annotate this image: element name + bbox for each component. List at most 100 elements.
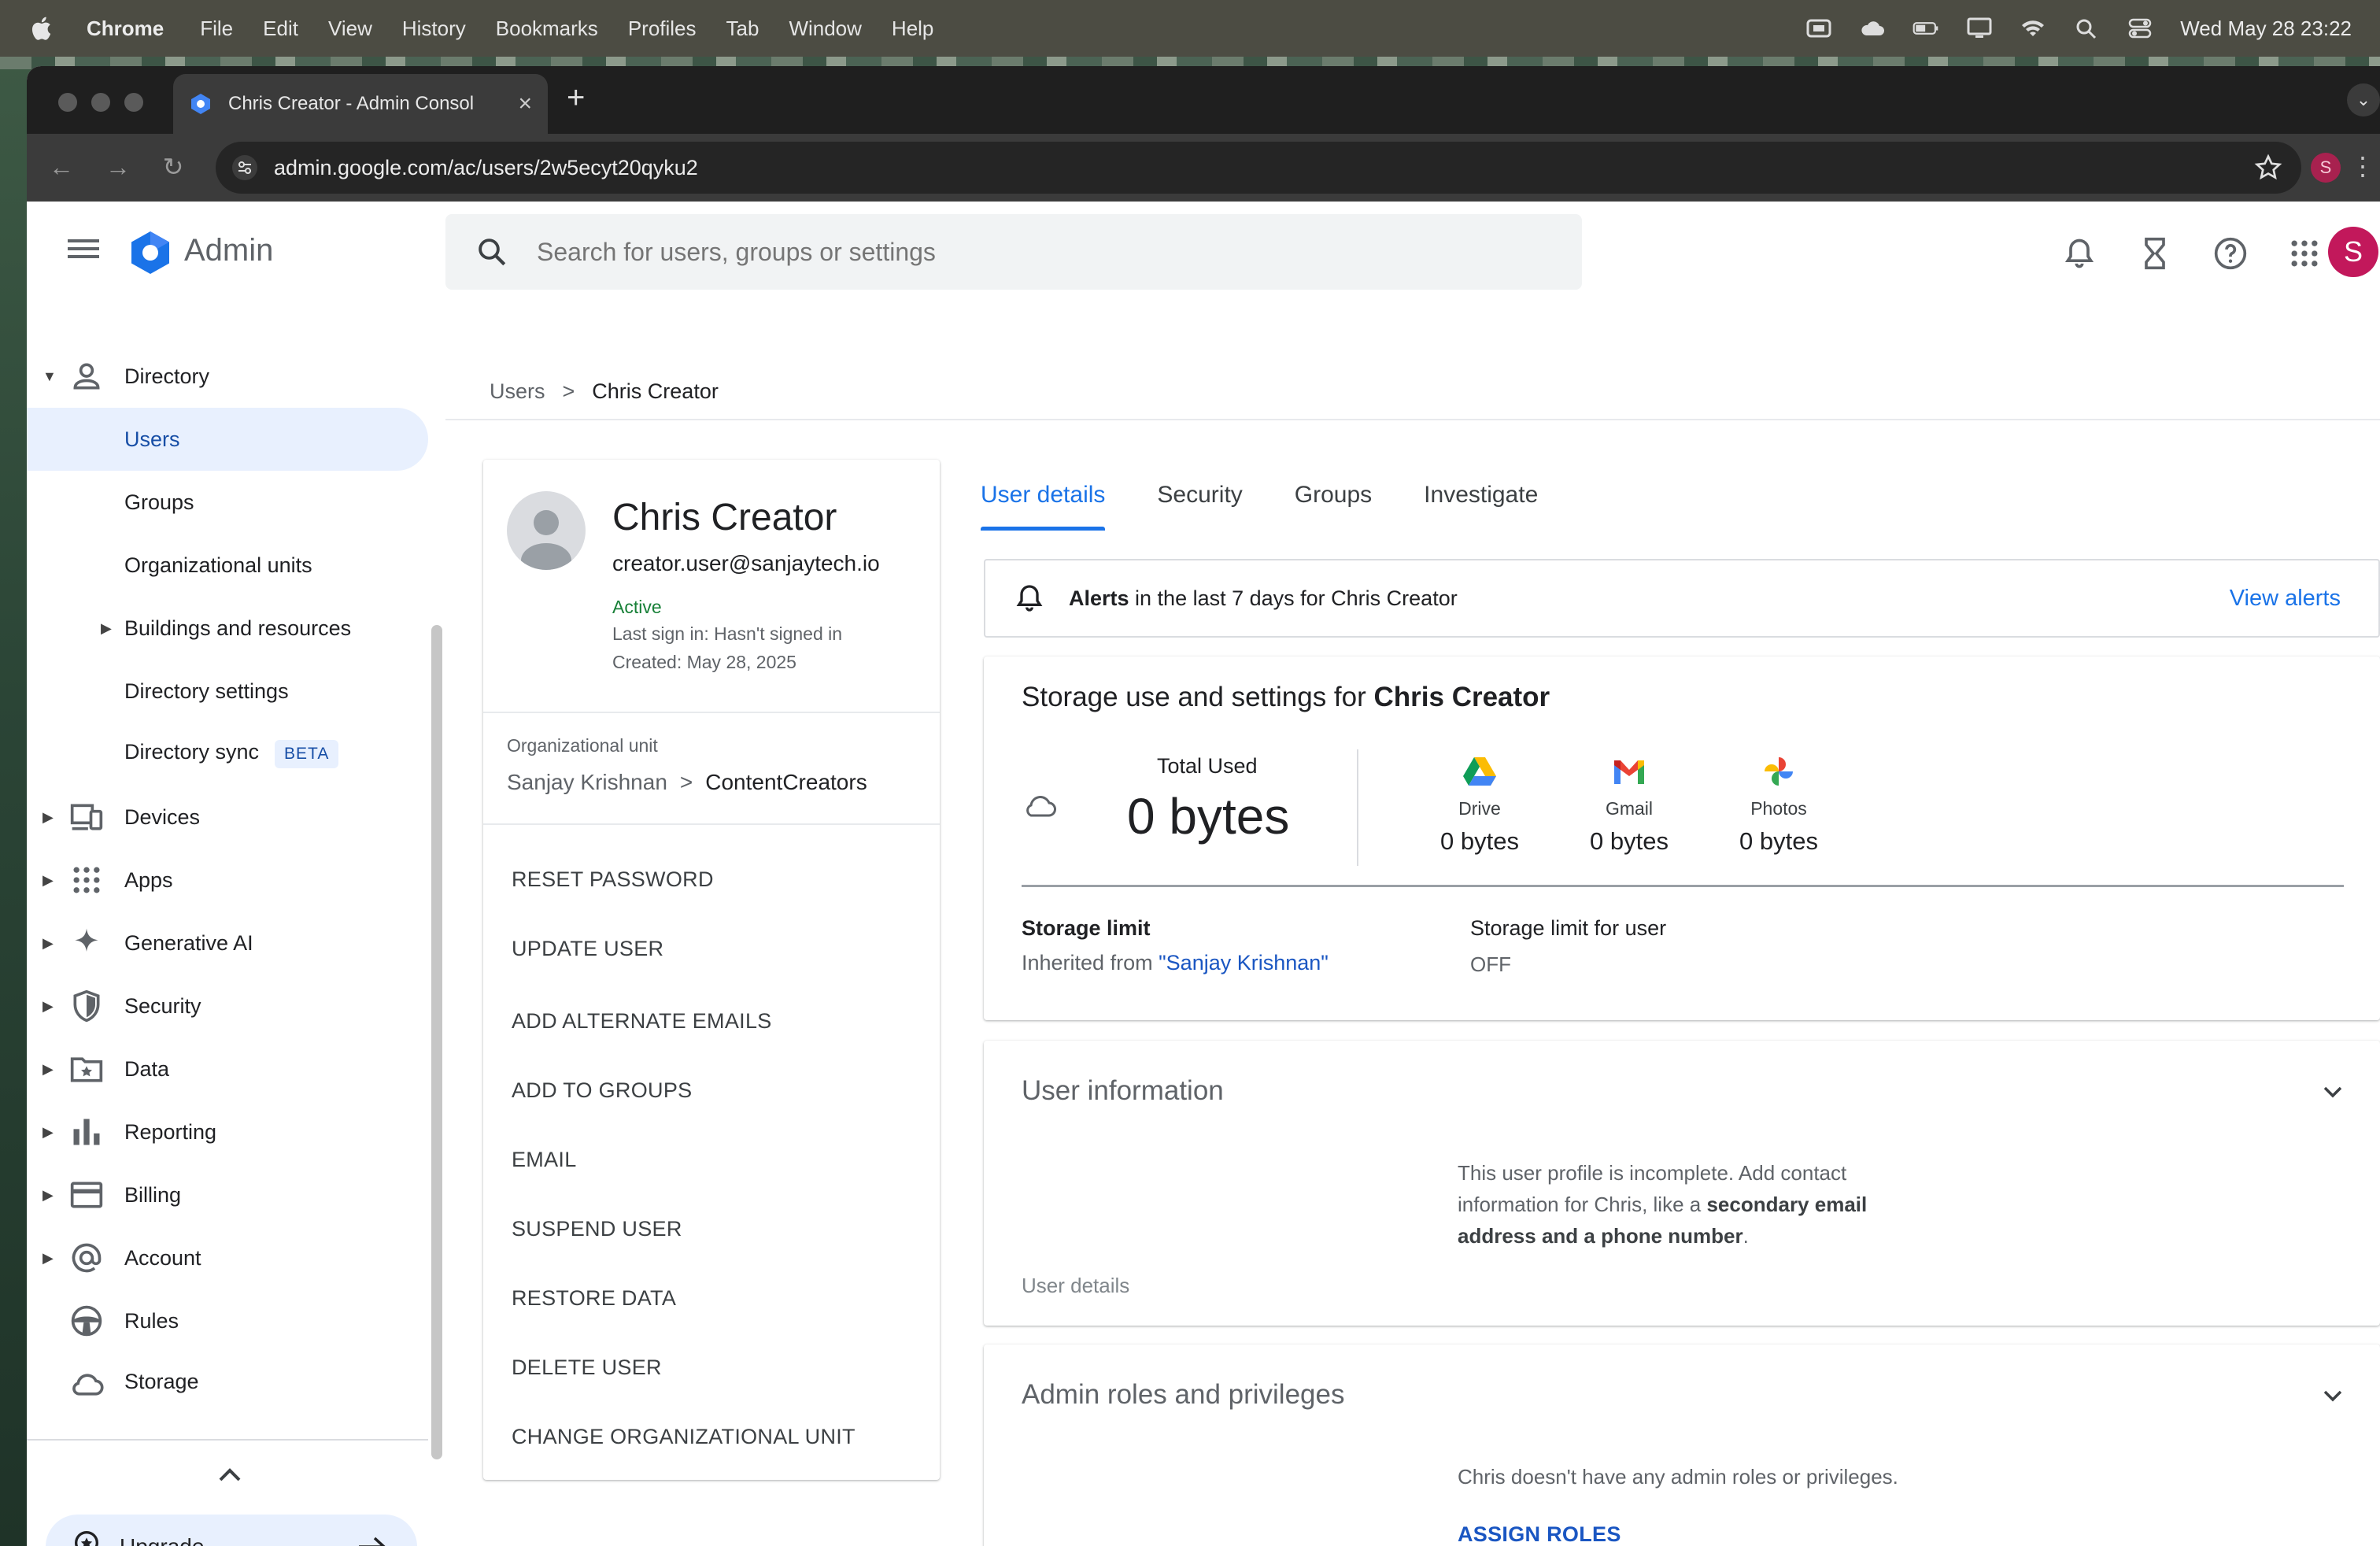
help-icon[interactable] xyxy=(2213,236,2248,271)
collapsed-caret-icon[interactable]: ▶ xyxy=(42,809,60,826)
sidebar-item-label: Users xyxy=(124,427,180,451)
apple-icon[interactable] xyxy=(28,14,57,43)
upgrade-button[interactable]: Upgrade xyxy=(46,1515,417,1546)
breadcrumb-current: Chris Creator xyxy=(592,379,719,403)
apps-grid-icon[interactable] xyxy=(2287,236,2322,271)
menu-history[interactable]: History xyxy=(402,17,466,41)
sidebar-item-organizational-units[interactable]: Organizational units xyxy=(27,534,428,597)
user-information-card[interactable]: User information This user profile is in… xyxy=(984,1041,2380,1326)
tab-investigate[interactable]: Investigate xyxy=(1424,482,1538,531)
email-button[interactable]: EMAIL xyxy=(512,1148,577,1172)
suspend-user-button[interactable]: SUSPEND USER xyxy=(512,1217,682,1241)
address-bar[interactable]: admin.google.com/ac/users/2w5ecyt20qyku2 xyxy=(216,142,2301,194)
tab-groups[interactable]: Groups xyxy=(1295,482,1372,531)
change-organizational-unit-button[interactable]: CHANGE ORGANIZATIONAL UNIT xyxy=(512,1425,856,1449)
menu-help[interactable]: Help xyxy=(892,17,933,41)
admin-roles-card[interactable]: Admin roles and privileges Chris doesn't… xyxy=(984,1344,2380,1546)
main-menu-icon[interactable] xyxy=(68,236,99,261)
menu-tab[interactable]: Tab xyxy=(726,17,759,41)
tab-user-details[interactable]: User details xyxy=(981,482,1106,531)
forward-button[interactable]: → xyxy=(102,151,134,183)
menu-window[interactable]: Window xyxy=(789,17,861,41)
bookmark-star-icon[interactable] xyxy=(2254,153,2282,182)
sidebar-item-generative-ai[interactable]: ▶ Generative AI xyxy=(27,912,428,975)
sidebar-item-buildings-and-resources[interactable]: ▶ Buildings and resources xyxy=(27,597,428,660)
tasks-hourglass-icon[interactable] xyxy=(2138,236,2172,271)
collapsed-caret-icon[interactable]: ▶ xyxy=(42,998,60,1015)
tab-security[interactable]: Security xyxy=(1157,482,1242,531)
sidebar-item-directory-settings[interactable]: Directory settings xyxy=(27,660,428,723)
view-alerts-link[interactable]: View alerts xyxy=(2230,586,2341,612)
wifi-icon[interactable] xyxy=(2020,17,2046,40)
admin-brand-label[interactable]: Admin xyxy=(184,233,273,268)
breadcrumb-users-link[interactable]: Users xyxy=(490,379,545,404)
menu-view[interactable]: View xyxy=(328,17,372,41)
display-icon[interactable] xyxy=(1966,17,1993,40)
sidebar-item-storage[interactable]: Storage xyxy=(27,1352,428,1396)
sidebar-item-security[interactable]: ▶ Security xyxy=(27,975,428,1037)
chrome-menu-icon[interactable]: ⋮ xyxy=(2350,151,2375,181)
chevron-down-icon[interactable] xyxy=(2320,1385,2345,1404)
control-center-icon[interactable] xyxy=(2127,17,2153,40)
icloud-icon[interactable] xyxy=(1859,17,1886,40)
tab-search-chevron-icon[interactable]: ⌄ xyxy=(2347,83,2380,117)
account-avatar[interactable]: S xyxy=(2328,227,2378,277)
sidebar-item-data[interactable]: ▶ Data xyxy=(27,1037,428,1100)
global-search[interactable] xyxy=(445,214,1582,290)
collapsed-caret-icon[interactable]: ▶ xyxy=(42,1124,60,1141)
admin-logo-icon[interactable] xyxy=(128,230,173,276)
url-text[interactable]: admin.google.com/ac/users/2w5ecyt20qyku2 xyxy=(274,156,2254,180)
sidebar-item-directory[interactable]: ▼ Directory xyxy=(27,345,428,408)
sidebar-item-rules[interactable]: Rules xyxy=(27,1289,428,1352)
menubar-clock[interactable]: Wed May 28 23:22 xyxy=(2180,17,2352,41)
collapse-chevron-up-icon[interactable] xyxy=(213,1461,247,1488)
browser-tab-active[interactable]: Chris Creator - Admin Consol × xyxy=(173,74,548,134)
award-badge-icon xyxy=(75,1531,98,1546)
user-avatar[interactable] xyxy=(507,491,586,570)
menu-edit[interactable]: Edit xyxy=(263,17,298,41)
assign-roles-button[interactable]: ASSIGN ROLES xyxy=(1458,1522,1621,1546)
add-alternate-emails-button[interactable]: ADD ALTERNATE EMAILS xyxy=(512,1009,772,1034)
collapsed-caret-icon[interactable]: ▶ xyxy=(42,872,60,889)
org-unit-parent[interactable]: Sanjay Krishnan xyxy=(507,770,667,795)
sidebar-item-groups[interactable]: Groups xyxy=(27,471,428,534)
collapsed-caret-icon[interactable]: ▶ xyxy=(42,1187,60,1204)
add-to-groups-button[interactable]: ADD TO GROUPS xyxy=(512,1078,692,1103)
chevron-down-icon[interactable] xyxy=(2320,1082,2345,1100)
restore-data-button[interactable]: RESTORE DATA xyxy=(512,1286,676,1311)
collapsed-caret-icon[interactable]: ▶ xyxy=(42,935,60,952)
collapsed-caret-icon[interactable]: ▶ xyxy=(42,1250,60,1267)
sidebar-item-devices[interactable]: ▶ Devices xyxy=(27,786,428,849)
collapsed-caret-icon[interactable]: ▶ xyxy=(101,620,118,637)
delete-user-button[interactable]: DELETE USER xyxy=(512,1356,662,1380)
minimize-window-button[interactable] xyxy=(91,93,110,112)
back-button[interactable]: ← xyxy=(46,151,77,183)
menu-file[interactable]: File xyxy=(200,17,233,41)
sidebar-item-reporting[interactable]: ▶ Reporting xyxy=(27,1100,428,1163)
sidebar-item-directory-sync[interactable]: Directory sync BETA xyxy=(27,723,428,786)
sidebar-scrollbar[interactable] xyxy=(431,625,442,1459)
menu-bookmarks[interactable]: Bookmarks xyxy=(496,17,598,41)
close-window-button[interactable] xyxy=(58,93,77,112)
new-tab-button[interactable]: + xyxy=(567,80,585,116)
reload-button[interactable]: ↻ xyxy=(157,151,189,183)
collapsed-caret-icon[interactable]: ▶ xyxy=(42,1061,60,1078)
sidebar-item-apps[interactable]: ▶ Apps xyxy=(27,849,428,912)
site-info-icon[interactable] xyxy=(231,154,258,181)
sidebar-item-account[interactable]: ▶ Account xyxy=(27,1226,428,1289)
battery-icon[interactable] xyxy=(1913,17,1939,40)
notifications-bell-icon[interactable] xyxy=(2062,236,2097,271)
zoom-window-button[interactable] xyxy=(124,93,143,112)
spotlight-search-icon[interactable] xyxy=(2073,17,2100,40)
menu-profiles[interactable]: Profiles xyxy=(628,17,697,41)
inherited-org-link[interactable]: "Sanjay Krishnan" xyxy=(1159,951,1329,975)
sidebar-item-users[interactable]: Users xyxy=(27,408,428,471)
reset-password-button[interactable]: RESET PASSWORD xyxy=(512,867,714,892)
search-input[interactable] xyxy=(537,237,1481,267)
vpn-icon[interactable] xyxy=(1805,17,1832,40)
menubar-app-name[interactable]: Chrome xyxy=(87,17,164,41)
update-user-button[interactable]: UPDATE USER xyxy=(512,937,663,961)
close-tab-icon[interactable]: × xyxy=(518,91,532,117)
sidebar-item-billing[interactable]: ▶ Billing xyxy=(27,1163,428,1226)
chrome-profile-avatar[interactable]: S xyxy=(2311,153,2341,183)
